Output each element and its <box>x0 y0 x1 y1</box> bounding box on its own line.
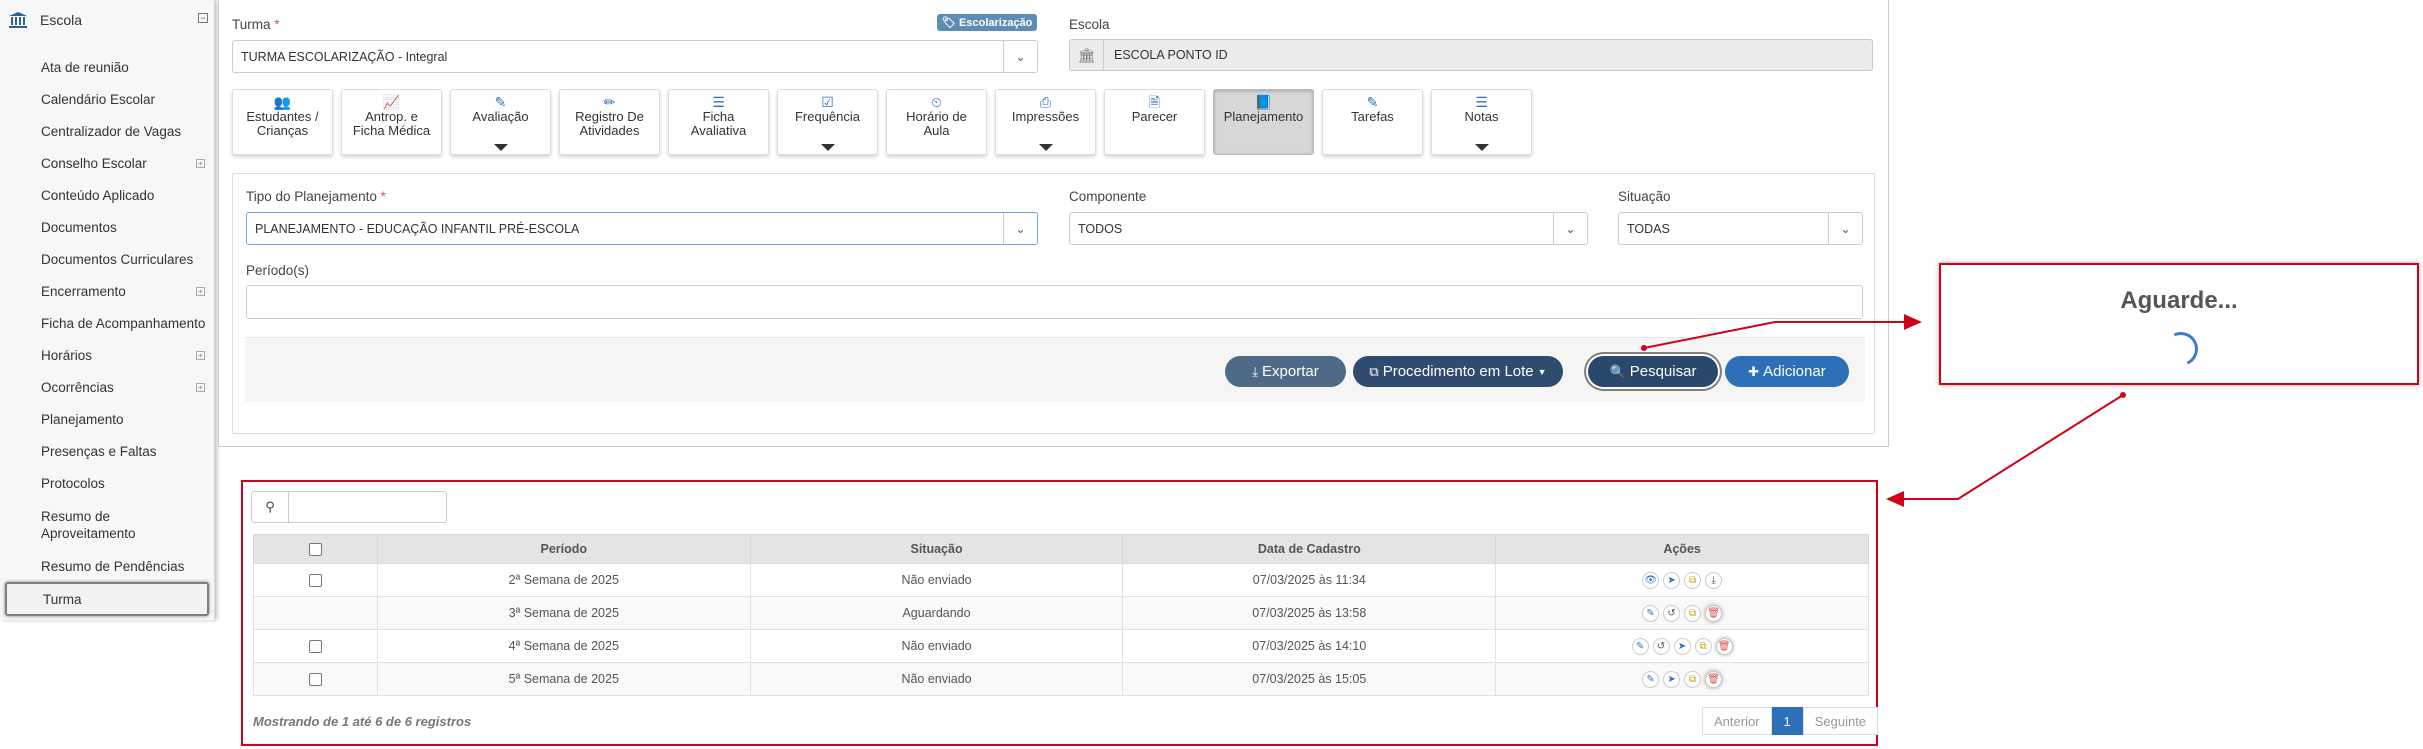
annotation-arrows <box>1641 314 2126 507</box>
annotation-arrow-to-table <box>1886 394 2124 507</box>
annotation-arrow-to-modal <box>1643 314 1922 349</box>
